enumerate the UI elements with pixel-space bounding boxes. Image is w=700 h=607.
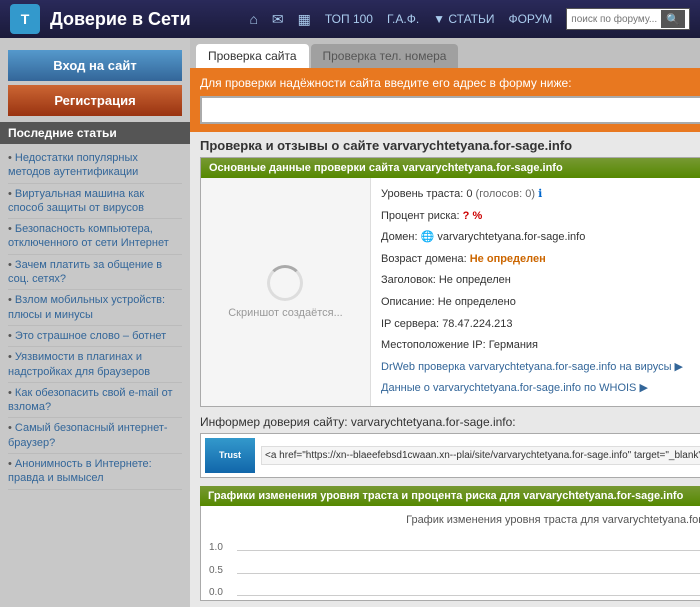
faq-link[interactable]: Г.А.Ф. xyxy=(387,12,419,26)
ip-label: IP сервера: xyxy=(381,318,439,330)
forum-link[interactable]: ФОРУМ xyxy=(508,12,552,26)
article-link[interactable]: Недостатки популярных методов аутентифик… xyxy=(8,151,182,180)
location-label: Местоположение IP: xyxy=(381,339,486,351)
results-title: Проверка и отзывы о сайте varvarychtetya… xyxy=(200,138,700,153)
risk-value: ? % xyxy=(463,210,483,222)
tab-check-site[interactable]: Проверка сайта xyxy=(196,44,309,68)
tab-check-phone[interactable]: Проверка тел. номера xyxy=(311,44,459,68)
domain-label: Домен: xyxy=(381,231,418,243)
search-box: 🔍 xyxy=(566,8,690,30)
main-layout: Вход на сайт Регистрация Последние стать… xyxy=(0,38,700,607)
login-button[interactable]: Вход на сайт xyxy=(8,50,182,81)
site-title: Доверие в Сети xyxy=(50,9,239,30)
recent-articles-list: Недостатки популярных методов аутентифик… xyxy=(0,144,190,494)
trust-info-icon[interactable]: ℹ xyxy=(538,188,542,200)
risk-label: Процент риска: xyxy=(381,210,460,222)
graph-section: Графики изменения уровня траста и процен… xyxy=(200,486,700,601)
grid-icon[interactable]: ▦ xyxy=(298,11,311,28)
home-icon[interactable]: ⌂ xyxy=(249,11,257,27)
description-label: Описание: xyxy=(381,296,435,308)
site-info-box: Основные данные проверки сайта varvarych… xyxy=(200,157,700,407)
search-input[interactable] xyxy=(571,14,661,25)
graph-header: Графики изменения уровня траста и процен… xyxy=(200,486,700,506)
article-link[interactable]: Взлом мобильных устройств: плюсы и минус… xyxy=(8,293,182,322)
trust-level-row: Уровень траста: 0 (голосов: 0) ℹ xyxy=(381,184,700,206)
logo-icon: Т xyxy=(10,4,40,34)
informer-section: Информер доверия сайту: varvarychtetyana… xyxy=(200,415,700,478)
recent-articles-title: Последние статьи xyxy=(0,122,190,144)
article-link[interactable]: Безопасность компьютера, отключенного от… xyxy=(8,222,182,251)
drweb-row[interactable]: DrWeb проверка varvarychtetyana.for-sage… xyxy=(381,357,700,379)
graph-inner-title: График изменения уровня траста для varva… xyxy=(209,514,700,526)
drweb-link[interactable]: DrWeb проверка varvarychtetyana.for-sage… xyxy=(381,361,683,373)
register-button[interactable]: Регистрация xyxy=(8,85,182,116)
top100-link[interactable]: ТОП 100 xyxy=(325,12,373,26)
domain-row: Домен: 🌐 varvarychtetyana.for-sage.info xyxy=(381,227,700,249)
site-info-header: Основные данные проверки сайта varvarych… xyxy=(201,158,700,178)
site-details: Уровень траста: 0 (голосов: 0) ℹ Процент… xyxy=(371,178,700,406)
trust-level-value: 0 xyxy=(466,188,472,200)
article-link[interactable]: Самый безопасный интернет-браузер? xyxy=(8,421,182,450)
informer-box: Trust <a href="https://xn--blaeefebsd1cw… xyxy=(200,433,700,478)
header-row: Заголовок: Не определен xyxy=(381,270,700,292)
article-link[interactable]: Это страшное слово – ботнет xyxy=(8,329,182,343)
y-label-2: 0.5 xyxy=(209,565,223,576)
description-row: Описание: Не определено xyxy=(381,292,700,314)
informer-title: Информер доверия сайту: varvarychtetyana… xyxy=(200,415,700,429)
results-area: Проверка и отзывы о сайте varvarychtetya… xyxy=(190,132,700,607)
article-link[interactable]: Анонимность в Интернете: правда и вымысе… xyxy=(8,457,182,486)
header-label: Заголовок: xyxy=(381,274,436,286)
description-value: Не определено xyxy=(438,296,516,308)
site-info-body: Скриншот создаётся... Уровень траста: 0 … xyxy=(201,178,700,406)
risk-row: Процент риска: ? % xyxy=(381,206,700,228)
screenshot-area: Скриншот создаётся... xyxy=(201,178,371,406)
graph-area: График изменения уровня траста для varva… xyxy=(200,506,700,601)
trust-votes: (голосов: 0) xyxy=(476,188,535,200)
y-label-3: 0.0 xyxy=(209,587,223,598)
sidebar: Вход на сайт Регистрация Последние стать… xyxy=(0,38,190,607)
url-input[interactable] xyxy=(200,96,700,124)
age-row: Возраст домена: Не определен xyxy=(381,249,700,271)
check-form-label: Для проверки надёжности сайта введите ег… xyxy=(200,76,700,90)
header: Т Доверие в Сети ⌂ ✉ ▦ ТОП 100 Г.А.Ф. ▼ … xyxy=(0,0,700,38)
graph-line-1 xyxy=(237,550,700,551)
ip-value: 78.47.224.213 xyxy=(442,318,512,330)
whois-row[interactable]: Данные о varvarychtetyana.for-sage.info … xyxy=(381,378,700,400)
informer-logo: Trust xyxy=(205,438,255,473)
header-value: Не определен xyxy=(439,274,511,286)
article-link[interactable]: Как обезопасить свой e-mail от взлома? xyxy=(8,386,182,415)
location-value: Германия xyxy=(489,339,538,351)
domain-value: varvarychtetyana.for-sage.info xyxy=(437,231,585,243)
location-row: Местоположение IP: Германия xyxy=(381,335,700,357)
check-form-area: Для проверки надёжности сайта введите ег… xyxy=(190,68,700,132)
y-label-1: 1.0 xyxy=(209,542,223,553)
article-link[interactable]: Уязвимости в плагинах и надстройках для … xyxy=(8,350,182,379)
domain-icon: 🌐 xyxy=(421,231,435,243)
trust-level-label: Уровень траста: xyxy=(381,188,463,200)
nav-links: ⌂ ✉ ▦ ТОП 100 Г.А.Ф. ▼ СТАТЬИ ФОРУМ 🔍 xyxy=(249,8,690,30)
graph-line-2 xyxy=(237,573,700,574)
articles-link[interactable]: ▼ СТАТЬИ xyxy=(433,12,494,26)
mail-icon[interactable]: ✉ xyxy=(272,11,284,28)
age-label: Возраст домена: xyxy=(381,253,467,265)
article-link[interactable]: Виртуальная машина как способ защиты от … xyxy=(8,187,182,216)
check-form-row: ПРОВЕРКА САЙТА xyxy=(200,96,700,124)
spinner: Скриншот создаётся... xyxy=(228,265,343,319)
informer-code[interactable]: <a href="https://xn--blaeefebsd1cwaan.xn… xyxy=(261,446,700,465)
graph-canvas: 1.0 0.5 0.0 xyxy=(209,532,700,592)
article-link[interactable]: Зачем платить за общение в соц. сетях? xyxy=(8,258,182,287)
ip-row: IP сервера: 78.47.224.213 xyxy=(381,314,700,336)
whois-link[interactable]: Данные о varvarychtetyana.for-sage.info … xyxy=(381,382,648,394)
content: Проверка сайта Проверка тел. номера Для … xyxy=(190,38,700,607)
screenshot-label: Скриншот создаётся... xyxy=(228,307,343,319)
age-value: Не определен xyxy=(470,253,546,265)
tabs: Проверка сайта Проверка тел. номера xyxy=(190,38,700,68)
graph-line-3 xyxy=(237,595,700,596)
search-button[interactable]: 🔍 xyxy=(661,10,685,28)
